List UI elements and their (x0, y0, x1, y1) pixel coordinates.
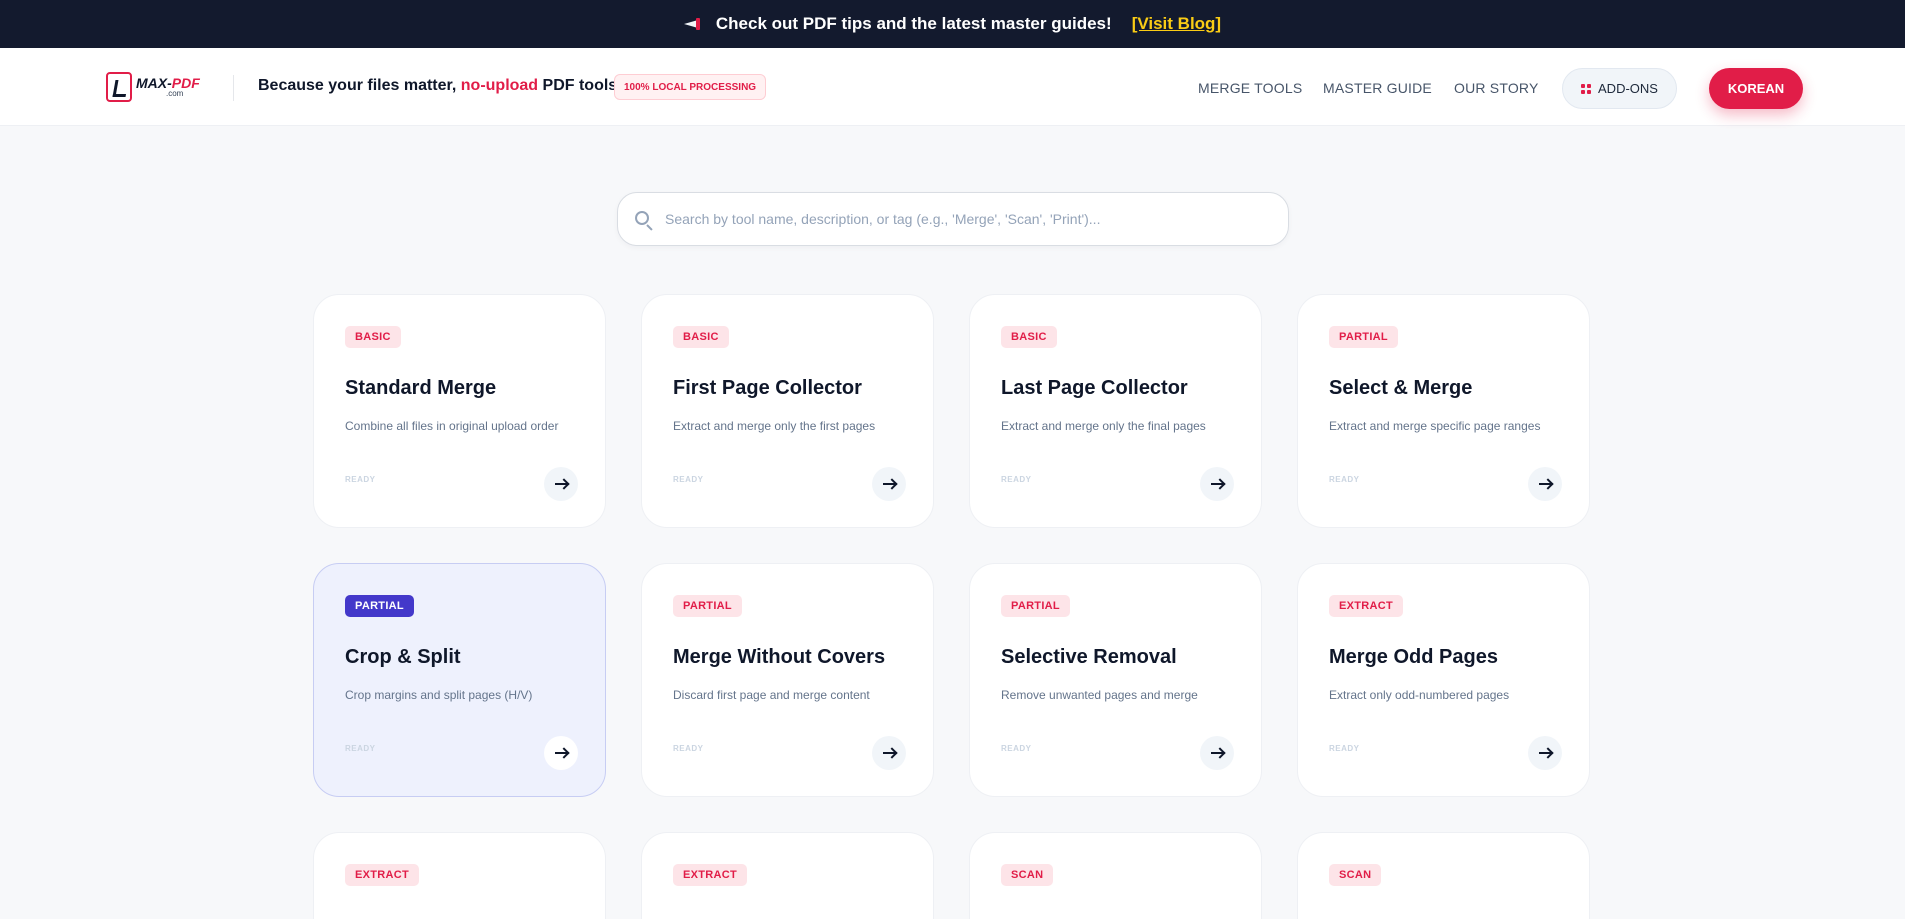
search-input[interactable] (665, 193, 1265, 245)
card-status: READY (1329, 744, 1360, 753)
visit-blog-link[interactable]: [Visit Blog] (1132, 14, 1221, 34)
logo-mark-icon (106, 72, 132, 102)
category-badge: EXTRACT (1329, 595, 1404, 617)
card-title: Crop & Split (345, 646, 461, 668)
category-badge: PARTIAL (1001, 595, 1070, 617)
card-status: READY (345, 744, 376, 753)
open-tool-button[interactable] (872, 736, 906, 770)
nav-master-guide[interactable]: MASTER GUIDE (1323, 80, 1432, 96)
tool-card-merge-odd-pages[interactable]: EXTRACT Merge Odd Pages Extract only odd… (1297, 563, 1590, 797)
local-processing-badge: 100% LOCAL PROCESSING (614, 74, 767, 100)
card-title: Selective Removal (1001, 646, 1177, 668)
tool-card-last-page-collector[interactable]: BASIC Last Page Collector Extract and me… (969, 294, 1262, 528)
tool-card-first-page-collector[interactable]: BASIC First Page Collector Extract and m… (641, 294, 934, 528)
tagline-highlight: no-upload (460, 77, 539, 94)
announcement-text: Check out PDF tips and the latest master… (715, 14, 1112, 33)
tool-card[interactable]: EXTRACT (313, 832, 606, 919)
search-bar (617, 192, 1289, 246)
card-title: Standard Merge (345, 377, 497, 399)
card-status: READY (673, 475, 704, 484)
arrow-right-icon (554, 747, 568, 759)
arrow-right-icon (1210, 478, 1224, 490)
arrow-right-icon (882, 478, 896, 490)
card-title: Select & Merge (1329, 377, 1473, 399)
megaphone-icon (683, 18, 700, 30)
grid-icon (1581, 83, 1592, 94)
tool-card-selective-removal[interactable]: PARTIAL Selective Removal Remove unwante… (969, 563, 1262, 797)
open-tool-button[interactable] (1200, 736, 1234, 770)
arrow-right-icon (1538, 478, 1552, 490)
tagline-start: Because your files matter, (258, 77, 461, 94)
category-badge: BASIC (345, 326, 401, 348)
card-description: Extract and merge only the first pages (673, 419, 876, 433)
nav-merge-tools[interactable]: MERGE TOOLS (1198, 80, 1302, 96)
card-description: Remove unwanted pages and merge (1001, 688, 1198, 702)
card-status: READY (1001, 475, 1032, 484)
tagline: Because your files matter, no-upload PDF… (258, 77, 617, 95)
tagline-end: PDF tools (538, 77, 618, 94)
category-badge: PARTIAL (345, 595, 414, 617)
tool-card-select-and-merge[interactable]: PARTIAL Select & Merge Extract and merge… (1297, 294, 1590, 528)
category-badge: BASIC (673, 326, 729, 348)
card-title: Merge Odd Pages (1329, 646, 1498, 668)
card-description: Discard first page and merge content (673, 688, 870, 702)
site-logo[interactable]: MAX-PDF .com (106, 70, 200, 104)
category-badge: PARTIAL (1329, 326, 1398, 348)
card-description: Extract only odd-numbered pages (1329, 688, 1510, 702)
arrow-right-icon (882, 747, 896, 759)
tool-card[interactable]: SCAN (1297, 832, 1590, 919)
tool-card-merge-without-covers[interactable]: PARTIAL Merge Without Covers Discard fir… (641, 563, 934, 797)
search-icon (635, 211, 649, 225)
tool-card-standard-merge[interactable]: BASIC Standard Merge Combine all files i… (313, 294, 606, 528)
card-description: Combine all files in original upload ord… (345, 419, 559, 433)
card-status: READY (673, 744, 704, 753)
open-tool-button[interactable] (1200, 467, 1234, 501)
card-status: READY (1329, 475, 1360, 484)
card-title: Last Page Collector (1001, 377, 1188, 399)
category-badge: EXTRACT (345, 864, 420, 886)
card-title: Merge Without Covers (673, 646, 886, 668)
category-badge: PARTIAL (673, 595, 742, 617)
tool-card[interactable]: SCAN (969, 832, 1262, 919)
tool-card[interactable]: EXTRACT (641, 832, 934, 919)
category-badge: SCAN (1329, 864, 1382, 886)
open-tool-button[interactable] (1528, 467, 1562, 501)
card-description: Extract and merge specific page ranges (1329, 419, 1541, 433)
arrow-right-icon (1538, 747, 1552, 759)
card-title: First Page Collector (673, 377, 862, 399)
category-badge: SCAN (1001, 864, 1054, 886)
arrow-right-icon (554, 478, 568, 490)
card-status: READY (345, 475, 376, 484)
open-tool-button[interactable] (544, 467, 578, 501)
open-tool-button[interactable] (544, 736, 578, 770)
card-description: Crop margins and split pages (H/V) (345, 688, 533, 702)
arrow-right-icon (1210, 747, 1224, 759)
header-divider (233, 75, 234, 101)
logo-text-sub: .com (166, 89, 184, 98)
card-status: READY (1001, 744, 1032, 753)
add-ons-button[interactable]: ADD-ONS (1562, 68, 1677, 109)
nav-our-story[interactable]: OUR STORY (1454, 80, 1539, 96)
open-tool-button[interactable] (872, 467, 906, 501)
add-ons-label: ADD-ONS (1598, 81, 1658, 96)
category-badge: BASIC (1001, 326, 1057, 348)
category-badge: EXTRACT (673, 864, 748, 886)
announcement-bar: Check out PDF tips and the latest master… (0, 0, 1905, 48)
language-button[interactable]: KOREAN (1709, 68, 1803, 109)
tool-card-crop-and-split[interactable]: PARTIAL Crop & Split Crop margins and sp… (313, 563, 606, 797)
card-description: Extract and merge only the final pages (1001, 419, 1206, 433)
open-tool-button[interactable] (1528, 736, 1562, 770)
